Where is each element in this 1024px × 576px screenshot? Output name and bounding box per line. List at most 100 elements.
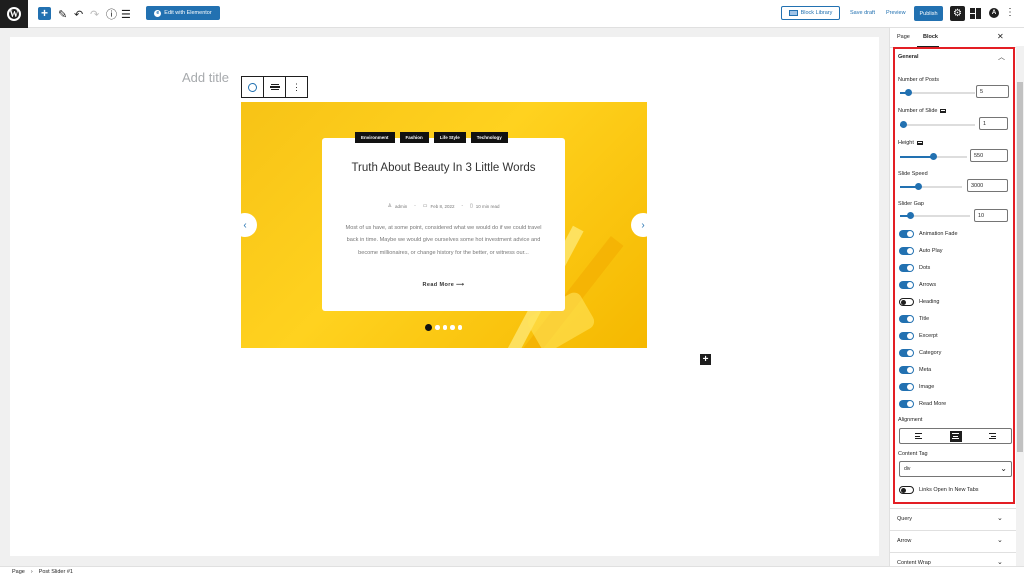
slide-post-title[interactable]: Truth About Beauty In 3 Little Words (322, 160, 565, 176)
save-draft-button[interactable]: Save draft (850, 10, 875, 16)
content-tag-select[interactable]: div ⌄ (899, 461, 1012, 477)
panel-query[interactable]: Query ⌄ (890, 508, 1016, 530)
number-of-posts-slider[interactable] (900, 89, 975, 96)
slider-gap-input[interactable]: 10 (974, 209, 1008, 222)
scrollbar-thumb[interactable] (1017, 82, 1023, 452)
slider-next-arrow[interactable]: › (631, 213, 647, 237)
block-inserter-button[interactable]: + (38, 7, 51, 20)
settings-gear-icon[interactable]: ⚙ (950, 6, 965, 21)
list-view-icon[interactable]: ☰ (121, 6, 131, 22)
toggle-switch[interactable] (899, 264, 914, 272)
panel-title-general[interactable]: General (898, 54, 918, 60)
desktop-icon[interactable] (940, 109, 947, 113)
slider-dot[interactable] (435, 325, 440, 330)
toggle-read-more[interactable]: Read More (899, 400, 946, 408)
toggle-arrows[interactable]: Arrows (899, 281, 936, 289)
toggle-auto-play[interactable]: Auto Play (899, 247, 943, 255)
toggle-switch[interactable] (899, 332, 914, 340)
number-of-slide-slider[interactable] (900, 121, 975, 128)
slider-dot[interactable] (450, 325, 455, 330)
category-badge[interactable]: Life Style (433, 132, 466, 143)
toggle-dots[interactable]: Dots (899, 264, 930, 272)
align-right-button[interactable] (974, 429, 1011, 443)
slider-knob[interactable] (907, 212, 914, 219)
slider-gap-slider[interactable] (900, 212, 970, 219)
sidebar-tabs: Page Block ✕ (890, 28, 1016, 48)
category-badge[interactable]: Fashion (399, 132, 429, 143)
slider-prev-arrow[interactable]: ‹ (241, 213, 257, 237)
breadcrumb-page[interactable]: Page (12, 569, 25, 575)
toggle-switch[interactable] (899, 383, 914, 391)
block-options-button[interactable]: ⋮ (286, 77, 307, 97)
toggle-switch[interactable] (899, 349, 914, 357)
toggle-meta[interactable]: Meta (899, 366, 931, 374)
align-right-icon (989, 433, 996, 439)
publish-button[interactable]: Publish (914, 6, 943, 21)
toggle-switch[interactable] (899, 486, 914, 494)
slider-dot[interactable] (457, 325, 462, 330)
author-name[interactable]: admin (395, 204, 407, 209)
desktop-icon[interactable] (916, 141, 923, 145)
slide-speed-slider[interactable] (900, 183, 962, 190)
block-type-button[interactable] (242, 77, 264, 97)
sidebar-scrollbar[interactable] (1016, 46, 1024, 566)
slider-knob[interactable] (905, 89, 912, 96)
slide-speed-input[interactable]: 3000 (967, 179, 1008, 192)
undo-icon[interactable]: ↶ (74, 6, 83, 22)
slider-dot[interactable] (442, 325, 447, 330)
height-slider[interactable] (900, 153, 967, 160)
slider-knob[interactable] (900, 121, 907, 128)
slider-knob[interactable] (930, 153, 937, 160)
category-badge[interactable]: Technology (470, 132, 508, 143)
toggle-switch[interactable] (899, 230, 914, 238)
block-align-button[interactable] (264, 77, 286, 97)
toggle-switch[interactable] (899, 247, 914, 255)
toggle-switch[interactable] (899, 298, 914, 306)
toggle-switch[interactable] (899, 315, 914, 323)
plugin-blocks-icon[interactable] (970, 8, 981, 19)
post-title-input[interactable]: Add title (182, 70, 229, 85)
post-slider-block[interactable]: ‹ › Environment Fashion Life Style Techn… (241, 102, 647, 348)
height-input[interactable]: 550 (970, 149, 1008, 162)
toggle-title[interactable]: Title (899, 315, 929, 323)
elementor-button-label: Edit with Elementor (164, 10, 212, 16)
slider-dot[interactable] (425, 324, 432, 331)
options-more-icon[interactable]: ⋮ (1005, 7, 1015, 18)
wordpress-logo-button[interactable]: W (0, 0, 28, 28)
category-badge[interactable]: Environment (355, 132, 395, 143)
breadcrumb-current[interactable]: Post Slider #1 (39, 569, 73, 575)
toggle-excerpt[interactable]: Excerpt (899, 332, 938, 340)
align-center-button[interactable] (937, 429, 974, 443)
block-library-button[interactable]: Block Library (781, 6, 840, 20)
block-toolbar: ⋮ (241, 76, 308, 98)
preview-button[interactable]: Preview (886, 10, 906, 16)
toggle-switch[interactable] (899, 366, 914, 374)
toggle-switch[interactable] (899, 400, 914, 408)
details-info-icon[interactable]: ⓘ (106, 6, 117, 22)
chevron-up-icon[interactable]: ︿ (998, 52, 1005, 62)
add-block-button[interactable]: + (700, 354, 711, 365)
panel-arrow[interactable]: Arrow ⌄ (890, 530, 1016, 552)
number-of-posts-input[interactable]: 5 (976, 85, 1009, 98)
general-settings-panel: General ︿ Number of Posts 5 Number of Sl… (893, 47, 1015, 504)
align-left-button[interactable] (900, 429, 937, 443)
slider-knob[interactable] (915, 183, 922, 190)
close-icon[interactable]: ✕ (997, 32, 1004, 41)
panel-title-query: Query (897, 516, 912, 522)
read-more-link[interactable]: Read More ⟶ (322, 282, 565, 288)
edit-tools-icon[interactable]: ✎ (58, 6, 67, 22)
toggle-switch[interactable] (899, 281, 914, 289)
edit-with-elementor-button[interactable]: e Edit with Elementor (146, 6, 220, 20)
redo-icon[interactable]: ↷ (90, 6, 99, 22)
panel-content-wrap[interactable]: Content Wrap ⌄ (890, 552, 1016, 566)
toggle-category[interactable]: Category (899, 349, 941, 357)
tab-page[interactable]: Page (897, 34, 910, 40)
tab-block[interactable]: Block (923, 34, 938, 40)
toggle-animation-fade[interactable]: Animation Fade (899, 230, 958, 238)
number-of-slide-input[interactable]: 1 (979, 117, 1008, 130)
toggle-heading[interactable]: Heading (899, 298, 940, 306)
toggle-links-new-tabs[interactable]: Links Open In New Tabs (899, 486, 979, 494)
toggle-image[interactable]: Image (899, 383, 934, 391)
astra-settings-icon[interactable]: A (989, 8, 999, 18)
number-of-slide-text: Number of Slide (898, 108, 938, 114)
